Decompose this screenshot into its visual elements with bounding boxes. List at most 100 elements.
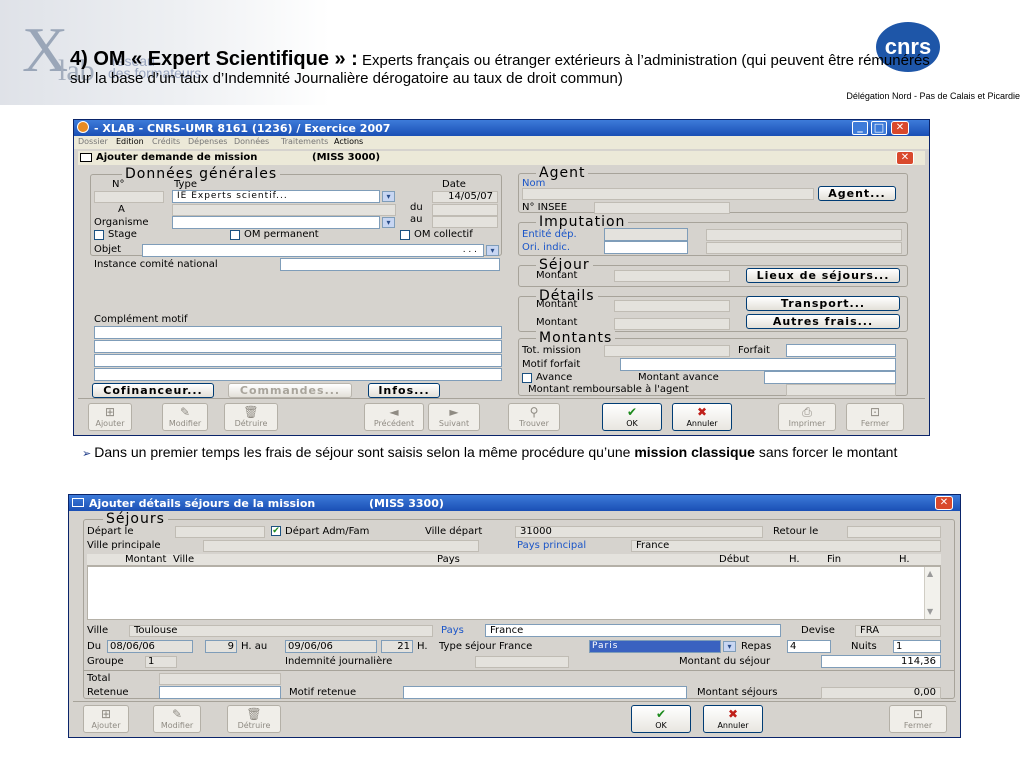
- du-hour-field[interactable]: 9: [205, 640, 237, 653]
- precedent-button[interactable]: ◄ Précédent: [364, 403, 424, 431]
- type-dropdown-icon[interactable]: ▾: [382, 191, 395, 202]
- scroll-up-icon[interactable]: ▲: [927, 569, 933, 578]
- repas-field[interactable]: 4: [787, 640, 831, 653]
- ville-field[interactable]: Toulouse: [129, 625, 433, 637]
- autres-frais-button[interactable]: Autres frais...: [746, 314, 900, 329]
- number-field[interactable]: [94, 191, 164, 203]
- montant-sejours-label: Montant séjours: [697, 687, 778, 698]
- ville-principale-field[interactable]: [203, 540, 479, 552]
- sejours-modifier-button[interactable]: ✎ Modifier: [153, 705, 201, 733]
- pays-field[interactable]: France: [485, 624, 781, 637]
- total-field: [159, 673, 281, 685]
- fermer-button[interactable]: ⊡ Fermer: [846, 403, 904, 431]
- date-field[interactable]: 14/05/07: [432, 191, 498, 203]
- suivant-button[interactable]: ► Suivant: [428, 403, 480, 431]
- close-subwindow-button[interactable]: ✕: [896, 151, 914, 165]
- ori-field[interactable]: [604, 241, 688, 254]
- imprimer-label: Imprimer: [788, 419, 826, 428]
- pays-label: Pays: [441, 625, 464, 636]
- close-window-button[interactable]: ✕: [891, 121, 909, 135]
- menu-edition[interactable]: Edition: [116, 137, 144, 146]
- du-date-field[interactable]: 08/06/06: [107, 640, 193, 653]
- retour-field[interactable]: [847, 526, 941, 538]
- close-sejours-button[interactable]: ✕: [935, 496, 953, 510]
- complement-line-4[interactable]: [94, 368, 502, 381]
- sejours-ajouter-button[interactable]: ⊞ Ajouter: [83, 705, 129, 733]
- type-select[interactable]: IE Experts scientif...: [172, 190, 380, 203]
- organisme-dropdown-icon[interactable]: ▾: [382, 217, 395, 228]
- to-field[interactable]: [172, 204, 396, 216]
- ok-label: OK: [626, 419, 638, 428]
- motif-retenue-field[interactable]: [403, 686, 687, 699]
- imprimer-button[interactable]: ⎙ Imprimer: [778, 403, 836, 431]
- au-date-field[interactable]: 09/06/06: [285, 640, 377, 653]
- agent-button[interactable]: Agent...: [818, 186, 896, 201]
- stage-checkbox[interactable]: [94, 230, 104, 240]
- nuits-field[interactable]: 1: [893, 640, 941, 653]
- montant-sejours-field: 0,00: [821, 687, 941, 699]
- trouver-button[interactable]: ⚲ Trouver: [508, 403, 560, 431]
- insee-field[interactable]: [594, 202, 730, 214]
- modifier-button[interactable]: ✎ Modifier: [162, 403, 208, 431]
- sejours-fermer-button[interactable]: ⊡ Fermer: [889, 705, 947, 733]
- number-label: N°: [112, 179, 125, 190]
- forfait-field[interactable]: [786, 344, 896, 357]
- type-label: Type: [174, 179, 197, 190]
- annuler-button[interactable]: ✖ Annuler: [672, 403, 732, 431]
- ok-button[interactable]: ✔ OK: [602, 403, 662, 431]
- until-date-field[interactable]: [432, 216, 498, 228]
- menu-bar: Dossier Edition Crédits Dépenses Données…: [74, 136, 929, 149]
- objet-select[interactable]: . . .: [142, 244, 484, 257]
- menu-actions[interactable]: Actions: [334, 137, 363, 146]
- groupe-field: 1: [145, 656, 177, 668]
- detruire-button[interactable]: 🗑 Détruire: [224, 403, 278, 431]
- stage-label: Stage: [108, 229, 137, 240]
- cofinanceur-button[interactable]: Cofinanceur...: [92, 383, 214, 398]
- commandes-button[interactable]: Commandes...: [228, 383, 352, 398]
- autres-montant-field: [614, 318, 730, 330]
- ville-depart-field[interactable]: 31000: [515, 526, 763, 538]
- lieux-sejours-button[interactable]: Lieux de séjours...: [746, 268, 900, 283]
- depart-adm-checkbox[interactable]: ✔: [271, 526, 281, 536]
- montant-sejour-field[interactable]: 114,36: [821, 655, 941, 668]
- scroll-down-icon[interactable]: ▼: [927, 607, 933, 616]
- sejours-detruire-button[interactable]: 🗑 Détruire: [227, 705, 281, 733]
- minimize-button[interactable]: _: [852, 121, 868, 135]
- maximize-button[interactable]: □: [871, 121, 887, 135]
- entite-field[interactable]: [604, 228, 688, 241]
- precedent-label: Précédent: [373, 419, 415, 428]
- sejours-ok-label: OK: [655, 721, 667, 730]
- menu-credits[interactable]: Crédits: [152, 137, 180, 146]
- sejours-ok-button[interactable]: ✔ OK: [631, 705, 691, 733]
- montant-avance-field[interactable]: [764, 371, 896, 384]
- from-date-field[interactable]: [432, 204, 498, 216]
- sejours-annuler-button[interactable]: ✖ Annuler: [703, 705, 763, 733]
- transport-button[interactable]: Transport...: [746, 296, 900, 311]
- menu-dossier[interactable]: Dossier: [78, 137, 108, 146]
- nom-field[interactable]: [522, 188, 814, 200]
- avance-checkbox[interactable]: [522, 373, 532, 383]
- complement-line-2[interactable]: [94, 340, 502, 353]
- list-scrollbar[interactable]: ▲ ▼: [924, 567, 940, 619]
- organisme-select[interactable]: [172, 216, 380, 229]
- type-sejour-select[interactable]: Paris: [589, 640, 721, 653]
- depart-field[interactable]: [175, 526, 265, 538]
- om-collectif-checkbox[interactable]: [400, 230, 410, 240]
- ajouter-button[interactable]: ⊞ Ajouter: [88, 403, 132, 431]
- pays-principal-field[interactable]: France: [631, 540, 941, 552]
- type-sejour-dropdown-icon[interactable]: ▾: [723, 641, 736, 652]
- menu-depenses[interactable]: Dépenses: [188, 137, 227, 146]
- complement-line-3[interactable]: [94, 354, 502, 367]
- du-date-value: 08/06/06: [110, 641, 155, 652]
- complement-line-1[interactable]: [94, 326, 502, 339]
- menu-traitements[interactable]: Traitements: [281, 137, 328, 146]
- retenue-field[interactable]: [159, 686, 281, 699]
- infos-button[interactable]: Infos...: [368, 383, 440, 398]
- objet-dropdown-icon[interactable]: ▾: [486, 245, 499, 256]
- motif-forfait-field[interactable]: [620, 358, 896, 371]
- sejours-list[interactable]: ▲ ▼: [87, 566, 941, 620]
- instance-field[interactable]: [280, 258, 500, 271]
- om-permanent-checkbox[interactable]: [230, 230, 240, 240]
- au-hour-field[interactable]: 21: [381, 640, 413, 653]
- menu-donnees[interactable]: Données: [234, 137, 269, 146]
